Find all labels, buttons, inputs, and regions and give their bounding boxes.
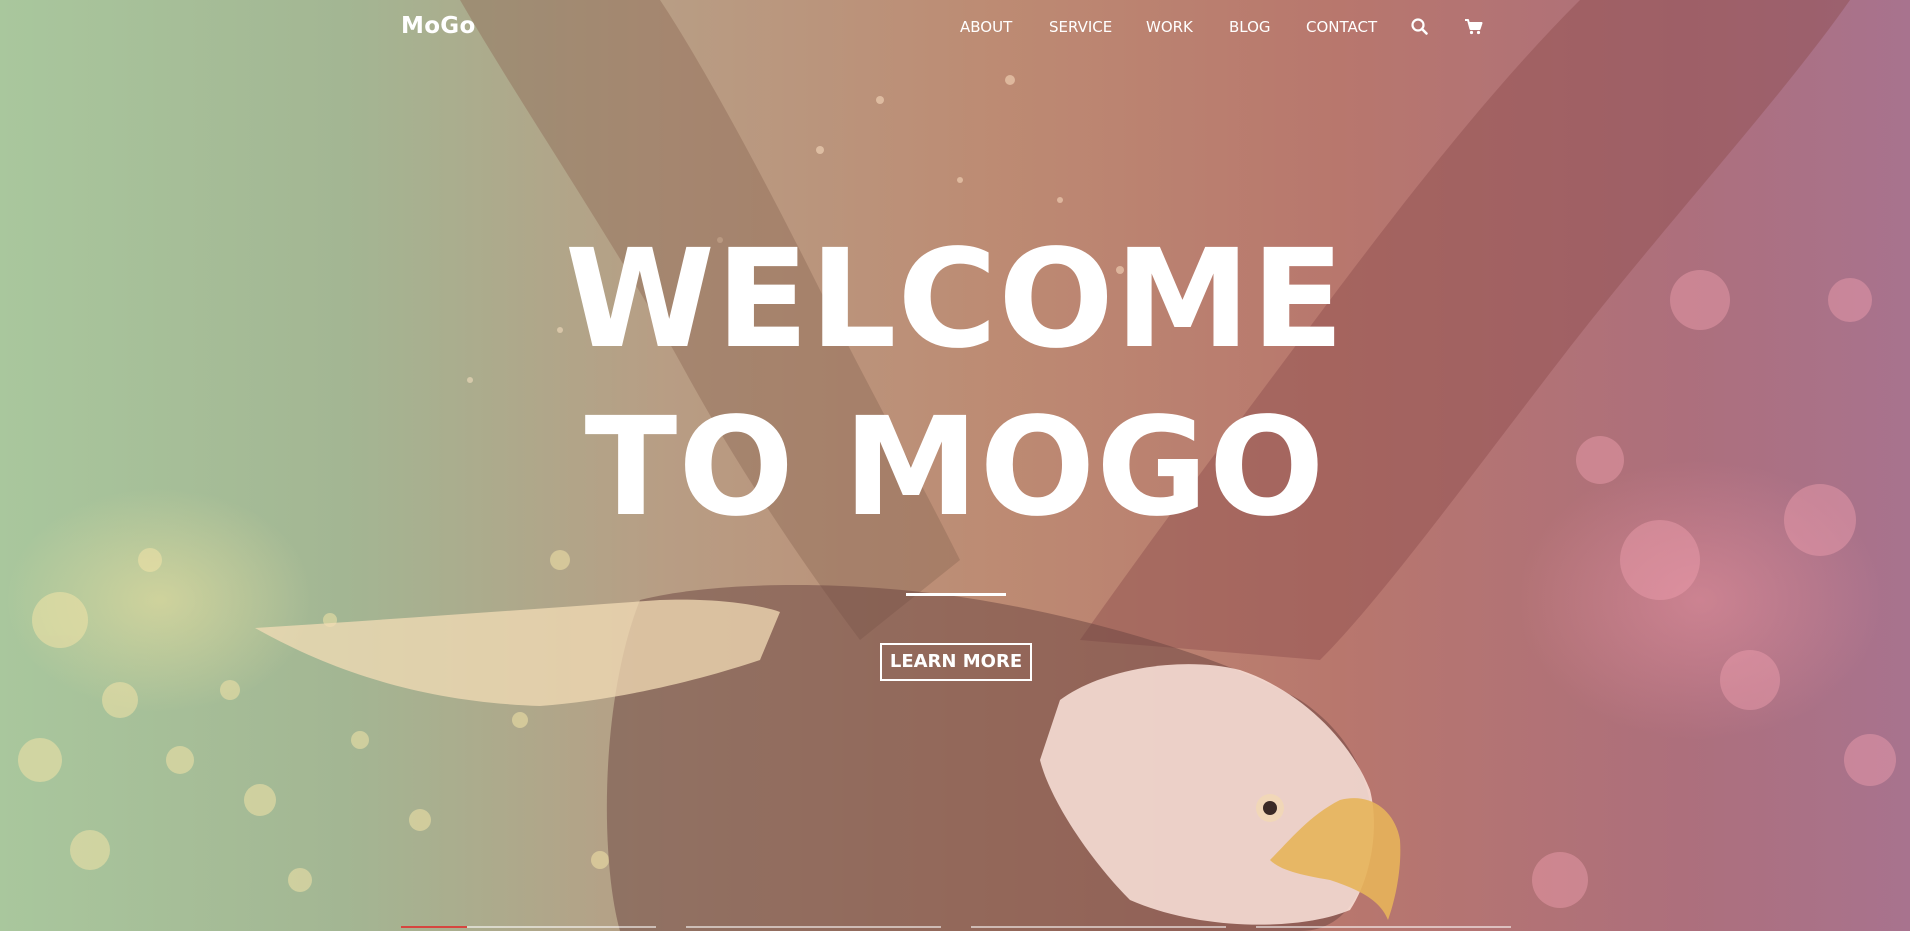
slider-indicator[interactable]: [686, 926, 941, 928]
hero-section: MoGo ABOUT SERVICE WORK BLOG CONTACT WEL…: [0, 0, 1910, 931]
nav-link-contact[interactable]: CONTACT: [1306, 18, 1377, 36]
cart-icon[interactable]: [1463, 16, 1485, 38]
site-logo[interactable]: MoGo: [401, 13, 476, 39]
slider-indicator[interactable]: [1256, 926, 1511, 928]
slider-indicator-progress: [401, 926, 468, 928]
learn-more-button[interactable]: LEARN MORE: [880, 643, 1032, 681]
nav-link-service[interactable]: SERVICE: [1049, 18, 1112, 36]
slider-indicators: [0, 926, 1910, 929]
nav-link-work[interactable]: WORK: [1146, 18, 1193, 36]
nav-link-about[interactable]: ABOUT: [960, 18, 1012, 36]
top-navbar: MoGo ABOUT SERVICE WORK BLOG CONTACT: [0, 0, 1910, 56]
nav-link-blog[interactable]: BLOG: [1229, 18, 1271, 36]
search-icon[interactable]: [1409, 16, 1431, 38]
slider-indicator[interactable]: [401, 926, 656, 928]
hero-divider: [906, 593, 1006, 596]
hero-title-line-1: WELCOME: [564, 221, 1346, 379]
hero-title-line-2: TO MOGO: [584, 389, 1326, 547]
slider-indicator[interactable]: [971, 926, 1226, 928]
